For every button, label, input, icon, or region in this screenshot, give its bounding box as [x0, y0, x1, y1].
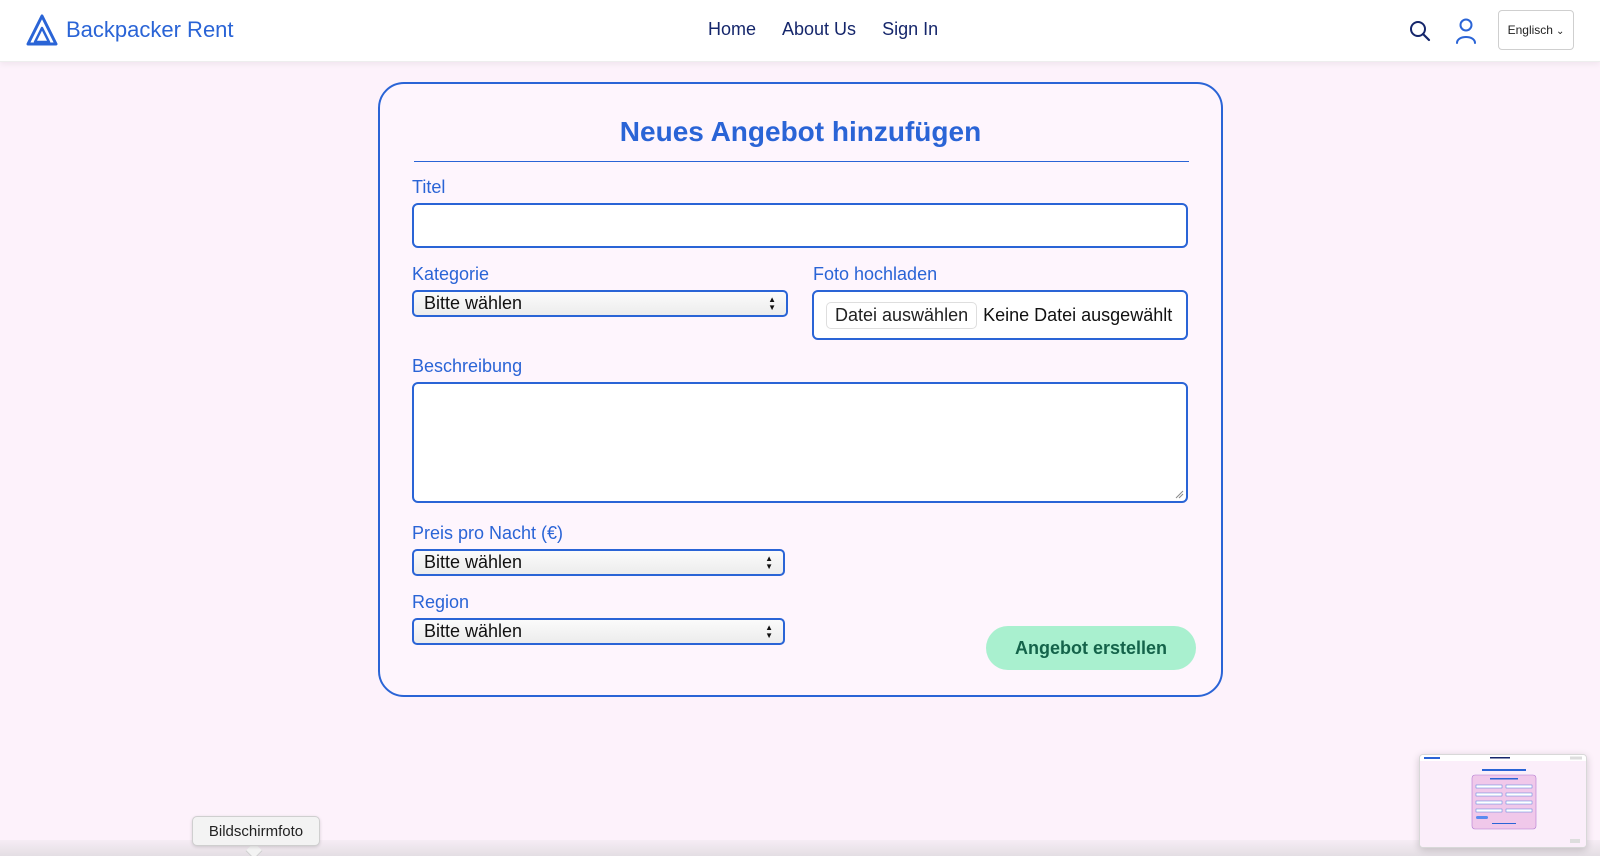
title-divider	[414, 161, 1189, 162]
description-label: Beschreibung	[412, 356, 523, 376]
choose-file-button[interactable]: Datei auswählen	[826, 301, 978, 329]
chevron-down-icon: ⌄	[1555, 26, 1565, 37]
photo-upload-field: Datei auswählen Keine Datei ausgewählt	[812, 290, 1188, 340]
resize-grip-icon[interactable]	[1174, 489, 1184, 499]
brand-name: Backpacker Rent	[66, 17, 234, 42]
search-button[interactable]	[1405, 16, 1435, 46]
description-textarea[interactable]	[412, 382, 1188, 503]
price-select-value: Bitte wählen	[424, 552, 523, 572]
photo-upload-label: Foto hochladen	[813, 264, 938, 284]
title-label: Titel	[412, 177, 446, 197]
screenshot-tooltip: Bildschirmfoto	[192, 816, 320, 846]
mountain-logo-icon	[26, 14, 58, 46]
brand-link[interactable]: Backpacker Rent	[26, 13, 234, 47]
language-value: Englisch	[1507, 23, 1553, 37]
category-select[interactable]: Bitte wählen ▲ ▼	[412, 290, 788, 317]
file-status-text: Keine Datei ausgewählt	[983, 304, 1173, 325]
select-arrows-icon: ▲ ▼	[768, 294, 776, 312]
user-account-button[interactable]	[1451, 16, 1481, 46]
create-offer-button[interactable]: Angebot erstellen	[986, 626, 1196, 670]
category-select-value: Bitte wählen	[424, 293, 523, 313]
price-label: Preis pro Nacht (€)	[412, 523, 564, 543]
region-select[interactable]: Bitte wählen ▲ ▼	[412, 618, 785, 645]
form-title: Neues Angebot hinzufügen	[619, 116, 982, 147]
nav-about-link[interactable]: About Us	[782, 19, 856, 40]
nav-sign-in-link[interactable]: Sign In	[882, 19, 938, 40]
nav-home-link[interactable]: Home	[708, 19, 756, 40]
screenshot-preview-image	[1420, 755, 1586, 847]
price-select[interactable]: Bitte wählen ▲ ▼	[412, 549, 785, 576]
select-arrows-icon: ▲ ▼	[765, 553, 773, 571]
category-label: Kategorie	[412, 264, 490, 284]
select-arrows-icon: ▲ ▼	[765, 622, 773, 640]
language-select[interactable]: Englisch ⌄	[1498, 10, 1574, 50]
region-label: Region	[412, 592, 470, 612]
top-navigation-bar: Backpacker Rent Home About Us Sign In En…	[0, 0, 1600, 62]
search-icon	[1410, 21, 1431, 42]
main-nav: Home About Us Sign In	[708, 19, 938, 40]
screenshot-thumbnail[interactable]	[1419, 754, 1587, 848]
region-select-value: Bitte wählen	[424, 621, 523, 641]
title-input[interactable]	[412, 203, 1188, 248]
user-icon	[1456, 18, 1476, 44]
